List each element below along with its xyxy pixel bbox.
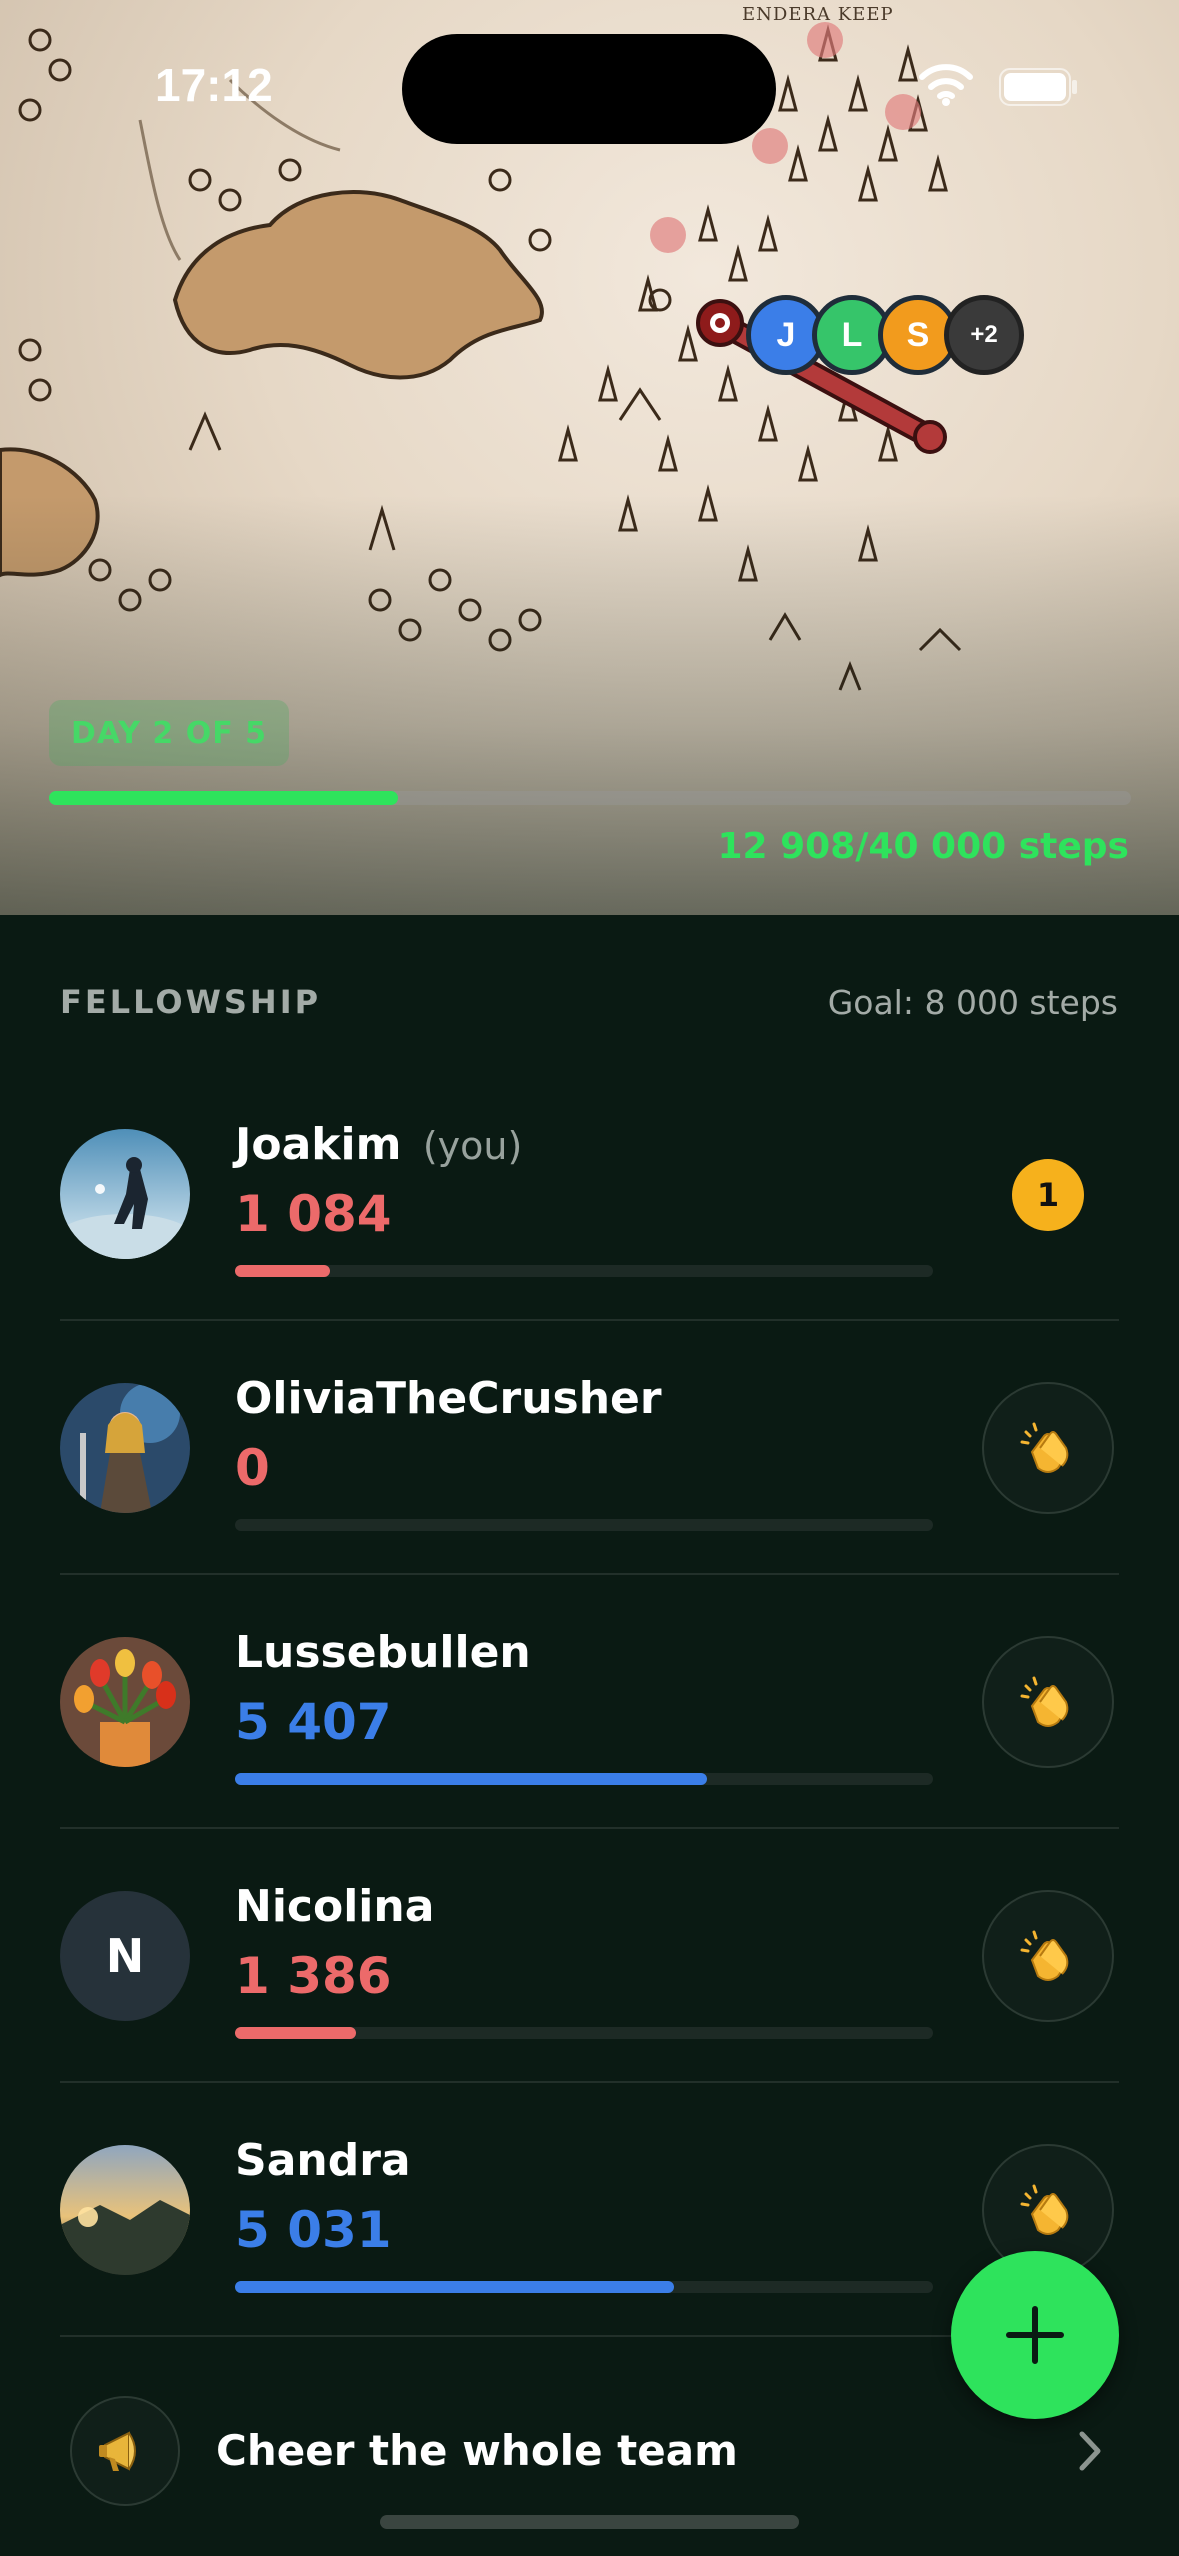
member-progress-bar — [235, 2027, 933, 2039]
route-start-icon — [696, 299, 744, 347]
avatar — [60, 1637, 190, 1767]
member-progress-bar — [235, 1265, 933, 1277]
member-name: Lussebullen — [235, 1627, 531, 1678]
member-steps: 1 386 — [235, 1947, 392, 2005]
you-tag: (you) — [422, 1124, 523, 1168]
clap-icon — [1020, 2184, 1069, 2235]
member-progress-fill — [235, 2027, 356, 2039]
member-progress-fill — [235, 1265, 330, 1277]
member-progress-bar — [235, 1773, 933, 1785]
cheer-team-label: Cheer the whole team — [216, 2426, 738, 2475]
day-badge: DAY 2 OF 5 — [49, 700, 289, 766]
add-icon — [1006, 2306, 1064, 2364]
cheer-button[interactable] — [982, 1636, 1114, 1768]
member-name: OliviaTheCrusher — [235, 1373, 662, 1424]
trip-steps-label: 12 908/40 000 steps — [717, 826, 1130, 867]
member-row-olivia[interactable]: OliviaTheCrusher 0 — [60, 1321, 1119, 1575]
megaphone-icon — [70, 2396, 180, 2506]
member-progress-bar — [235, 2281, 933, 2293]
cheer-button[interactable] — [982, 1382, 1114, 1514]
avatar — [60, 2145, 190, 2275]
goal-label: Goal: 8 000 steps — [827, 983, 1118, 1022]
map-place-label: ENDERA KEEP — [742, 4, 894, 25]
member-name: Sandra — [235, 2135, 411, 2186]
member-steps: 5 031 — [235, 2201, 392, 2259]
member-progress-bar — [235, 1519, 933, 1531]
member-steps: 1 084 — [235, 1185, 392, 1243]
member-name: Joakim (you) — [235, 1119, 523, 1170]
member-progress-fill — [235, 1773, 707, 1785]
status-time: 17:12 — [155, 59, 273, 111]
cheer-button[interactable] — [982, 1890, 1114, 2022]
member-steps: 0 — [235, 1439, 270, 1497]
clap-icon — [1020, 1930, 1069, 1981]
trip-progress-bar — [49, 791, 1131, 805]
chevron-right-icon — [1079, 2431, 1101, 2471]
member-steps: 5 407 — [235, 1693, 392, 1751]
clap-icon — [1020, 1676, 1069, 1727]
dynamic-island — [402, 34, 776, 144]
cheer-team-row[interactable]: Cheer the whole team — [70, 2396, 1120, 2506]
member-progress-fill — [235, 2281, 674, 2293]
member-row-lussebullen[interactable]: Lussebullen 5 407 — [60, 1575, 1119, 1829]
clap-icon — [1020, 1422, 1069, 1473]
rank-badge: 1 — [1012, 1159, 1084, 1231]
trip-progress-fill — [49, 791, 399, 805]
avatar: N — [60, 1891, 190, 2021]
map-avatar-more[interactable]: +2 — [944, 295, 1024, 375]
avatar — [60, 1383, 190, 1513]
add-button[interactable] — [951, 2251, 1119, 2419]
home-indicator[interactable] — [380, 2515, 799, 2529]
battery-icon — [999, 68, 1077, 106]
member-row-nicolina[interactable]: N Nicolina 1 386 — [60, 1829, 1119, 2083]
wifi-icon — [919, 64, 973, 106]
member-row-joakim[interactable]: Joakim (you) 1 084 1 — [60, 1067, 1119, 1321]
avatar — [60, 1129, 190, 1259]
member-name: Nicolina — [235, 1881, 435, 1932]
section-title: FELLOWSHIP — [60, 983, 322, 1021]
